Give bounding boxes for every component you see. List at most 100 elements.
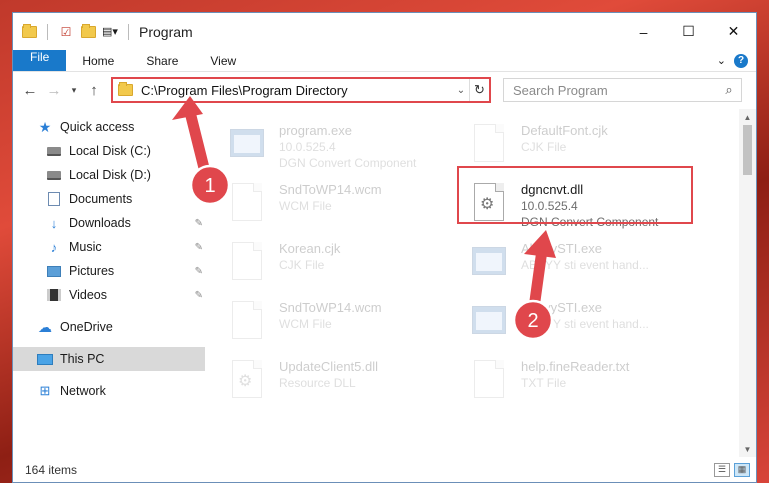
search-icon: ⌕ (725, 82, 733, 97)
navigation-pane: ★ Quick access Local Disk (C:) ✎ Local D… (13, 109, 205, 457)
sidebar-item-label: Documents (69, 192, 133, 206)
file-detail: Resource DLL (279, 376, 356, 390)
file-name: SndToWP14.wcm (279, 300, 382, 315)
new-folder-icon[interactable] (80, 23, 96, 40)
star-icon: ★ (38, 118, 52, 135)
sidebar-item-documents[interactable]: Documents ✎ (13, 187, 205, 211)
details-view-icon[interactable]: ☰ (714, 462, 730, 477)
vertical-scrollbar[interactable]: ▲ ▼ (739, 109, 756, 457)
help-icon[interactable]: ? (734, 53, 748, 68)
sidebar-item-network[interactable]: ⊞ Network (13, 379, 205, 403)
dll-file-icon: ⚙ (471, 180, 507, 224)
sidebar-item-label: Music (69, 240, 102, 254)
file-detail: WCM File (279, 199, 332, 213)
tab-share[interactable]: Share (130, 50, 194, 71)
list-item[interactable]: Korean.cjk CJK File (225, 235, 467, 294)
up-arrow-icon[interactable]: ↑ (83, 79, 105, 101)
scroll-down-icon[interactable]: ▼ (739, 441, 756, 457)
tab-view[interactable]: View (194, 50, 252, 71)
refresh-icon[interactable]: ↻ (469, 79, 489, 101)
sidebar-item-local-disk-c[interactable]: Local Disk (C:) ✎ (13, 139, 205, 163)
close-button[interactable]: ✕ (711, 13, 756, 50)
title-bar: ☑ ▤▾ Program – ☐ ✕ (13, 13, 756, 50)
drive-icon (46, 143, 62, 159)
list-item[interactable]: AbbyySTI.exe ABBYY sti event hand... (467, 294, 709, 353)
window-controls: – ☐ ✕ (621, 13, 756, 50)
item-count: 164 items (25, 462, 78, 477)
pin-icon[interactable]: ✎ (195, 266, 203, 277)
sidebar-item-quick-access[interactable]: ★ Quick access (13, 115, 205, 139)
pin-icon[interactable]: ✎ (195, 218, 203, 229)
sidebar-item-label: This PC (60, 352, 105, 366)
file-name: Korean.cjk (279, 241, 341, 256)
sidebar-item-label: Downloads (69, 216, 131, 230)
sidebar-item-pictures[interactable]: Pictures ✎ (13, 259, 205, 283)
minimize-button[interactable]: – (621, 13, 666, 50)
file-list: program.exe 10.0.525.4 DGN Convert Compo… (205, 109, 756, 457)
list-item[interactable]: AbbyySTI.exe ABBYY sti event hand... (467, 235, 709, 294)
file-detail: ABBYY sti event hand... (521, 258, 649, 272)
properties-icon[interactable]: ☑ (58, 24, 74, 40)
scroll-thumb[interactable] (743, 125, 752, 175)
sidebar-item-this-pc[interactable]: This PC (13, 347, 205, 371)
expand-ribbon-icon[interactable]: ⌄ (717, 54, 726, 67)
sidebar-item-label: Quick access (60, 120, 135, 134)
forward-arrow-icon[interactable]: → (43, 79, 65, 101)
sidebar-item-local-disk-d[interactable]: Local Disk (D:) ✎ (13, 163, 205, 187)
address-path[interactable]: C:\Program Files\Program Directory (141, 83, 453, 98)
customize-toolbar-icon[interactable]: ▤▾ (102, 24, 118, 40)
list-item[interactable]: help.fineReader.txt TXT File (467, 353, 709, 412)
file-detail: TXT File (521, 376, 567, 390)
list-item[interactable]: program.exe 10.0.525.4 DGN Convert Compo… (225, 117, 467, 176)
pin-icon[interactable]: ✎ (195, 170, 203, 181)
sidebar-item-videos[interactable]: Videos ✎ (13, 283, 205, 307)
chevron-down-icon[interactable]: ⌄ (453, 85, 469, 96)
back-arrow-icon[interactable]: ← (19, 79, 41, 101)
sidebar-item-label: Local Disk (C:) (69, 144, 151, 158)
separator (47, 23, 48, 40)
list-item[interactable]: DefaultFont.cjk CJK File (467, 117, 709, 176)
sidebar-item-downloads[interactable]: ↓ Downloads ✎ (13, 211, 205, 235)
sidebar-item-onedrive[interactable]: ☁ OneDrive (13, 315, 205, 339)
pin-icon[interactable]: ✎ (195, 146, 203, 157)
file-icon (229, 298, 265, 342)
search-box[interactable]: ⌕ (503, 78, 742, 102)
file-icon (471, 357, 507, 401)
pin-icon[interactable]: ✎ (195, 194, 203, 205)
file-detail: 10.0.525.4 (279, 140, 336, 154)
recent-locations-icon[interactable]: ▾ (67, 79, 81, 101)
dll-file-icon: ⚙ (229, 357, 265, 401)
file-detail: ABBYY sti event hand... (521, 317, 649, 331)
tab-file[interactable]: File (13, 50, 67, 71)
tab-home[interactable]: Home (66, 50, 130, 71)
maximize-button[interactable]: ☐ (666, 13, 711, 50)
video-icon (46, 287, 62, 303)
explorer-window: ☑ ▤▾ Program – ☐ ✕ File Home Share View … (12, 12, 757, 483)
dgncnvt-dll-item[interactable]: ⚙ dgncnvt.dll 10.0.525.4 DGN Convert Com… (457, 166, 709, 235)
sidebar-item-label: OneDrive (60, 320, 113, 334)
address-bar[interactable]: C:\Program Files\Program Directory ⌄ ↻ (111, 77, 491, 103)
navigation-buttons: ← → ▾ ↑ (19, 79, 105, 101)
ribbon-tabs: File Home Share View ⌄ ? (13, 50, 756, 72)
exe-file-icon (229, 121, 265, 165)
list-item[interactable]: ⚙ UpdateClient5.dll Resource DLL (225, 353, 467, 412)
file-detail: CJK File (521, 140, 567, 154)
scroll-up-icon[interactable]: ▲ (739, 109, 756, 125)
file-detail: DGN Convert Component (521, 215, 659, 229)
view-buttons: ☰ ▦ (714, 462, 756, 477)
large-icons-view-icon[interactable]: ▦ (734, 462, 750, 477)
document-icon (46, 191, 62, 207)
folder-icon[interactable] (21, 23, 37, 40)
file-icon (229, 180, 265, 224)
pin-icon[interactable]: ✎ (195, 242, 203, 253)
list-item[interactable]: SndToWP14.wcm WCM File (225, 176, 467, 235)
list-item[interactable]: SndToWP14.wcm WCM File (225, 294, 467, 353)
folder-icon (118, 82, 133, 96)
pin-icon[interactable]: ✎ (195, 290, 203, 301)
music-icon: ♪ (50, 239, 58, 255)
sidebar-item-music[interactable]: ♪ Music ✎ (13, 235, 205, 259)
search-input[interactable] (513, 82, 717, 98)
sidebar-item-label: Pictures (69, 264, 115, 278)
file-detail: DGN Convert Component (279, 156, 417, 170)
main-content: ★ Quick access Local Disk (C:) ✎ Local D… (13, 109, 756, 457)
